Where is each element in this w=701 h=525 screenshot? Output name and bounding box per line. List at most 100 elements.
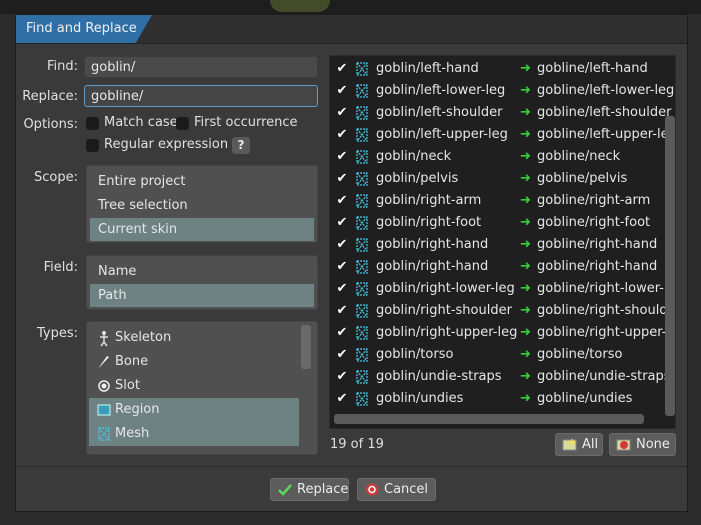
type-skeleton-label: Skeleton: [115, 330, 172, 345]
result-row[interactable]: ✔ goblin/right-hand ➜ gobline/right-hand: [330, 256, 675, 278]
check-icon[interactable]: ✔: [335, 128, 349, 142]
check-icon[interactable]: ✔: [335, 216, 349, 230]
result-row[interactable]: ✔ goblin/undies ➜ gobline/undies: [330, 388, 675, 410]
replace-input[interactable]: gobline/: [84, 85, 318, 107]
result-target: gobline/right-hand: [537, 237, 658, 252]
first-occurrence-label[interactable]: First occurrence: [194, 115, 298, 130]
check-icon[interactable]: ✔: [335, 194, 349, 208]
arrow-right-icon: ➜: [520, 171, 531, 186]
scope-tree-selection[interactable]: Tree selection: [90, 194, 314, 217]
result-source: goblin/undie-straps: [376, 369, 502, 384]
cancel-button[interactable]: Cancel: [357, 478, 436, 501]
mesh-icon: [355, 172, 369, 186]
result-row[interactable]: ✔ goblin/left-hand ➜ gobline/left-hand: [330, 58, 675, 80]
check-icon[interactable]: ✔: [335, 260, 349, 274]
cancel-button-label: Cancel: [384, 482, 429, 497]
scope-entire-project[interactable]: Entire project: [90, 170, 314, 193]
result-source: goblin/undies: [376, 391, 464, 406]
result-target: gobline/right-hand: [537, 259, 658, 274]
arrow-right-icon: ➜: [520, 347, 531, 362]
result-target: gobline/right-arm: [537, 193, 651, 208]
results-vertical-scrollbar[interactable]: [665, 116, 675, 416]
slot-icon: [97, 374, 111, 398]
mesh-icon: [355, 304, 369, 318]
type-skeleton[interactable]: Skeleton: [89, 326, 299, 350]
select-all-button[interactable]: All: [555, 433, 603, 456]
select-none-button[interactable]: None: [609, 433, 676, 456]
arrow-right-icon: ➜: [520, 281, 531, 296]
types-scrollbar[interactable]: [301, 325, 311, 369]
match-case-checkbox[interactable]: [86, 117, 99, 130]
match-case-label[interactable]: Match case: [104, 115, 178, 130]
check-icon[interactable]: ✔: [335, 150, 349, 164]
check-icon[interactable]: ✔: [335, 62, 349, 76]
field-name[interactable]: Name: [90, 260, 314, 283]
type-bone[interactable]: Bone: [89, 350, 299, 374]
help-button[interactable]: ?: [232, 137, 250, 154]
mesh-icon: [355, 326, 369, 340]
select-all-label: All: [582, 437, 599, 452]
first-occurrence-checkbox[interactable]: [176, 117, 189, 130]
result-source: goblin/neck: [376, 149, 452, 164]
result-row[interactable]: ✔ goblin/right-lower-leg ➜ gobline/right-lo…: [330, 278, 675, 300]
result-row[interactable]: ✔ goblin/right-shoulder ➜ gobline/right-sho…: [330, 300, 675, 322]
background-strip: [0, 0, 701, 14]
result-row[interactable]: ✔ goblin/right-hand ➜ gobline/right-hand: [330, 234, 675, 256]
mesh-icon: [355, 392, 369, 406]
result-target: gobline/left-lower-leg: [537, 83, 675, 98]
find-input[interactable]: goblin/: [84, 56, 318, 78]
check-icon[interactable]: ✔: [335, 304, 349, 318]
result-target: gobline/right-foot: [537, 215, 651, 230]
arrow-right-icon: ➜: [520, 127, 531, 142]
result-target: gobline/torso: [537, 347, 623, 362]
regex-checkbox[interactable]: [86, 139, 99, 152]
result-row[interactable]: ✔ goblin/undie-straps ➜ gobline/undie-strap…: [330, 366, 675, 388]
type-mesh[interactable]: Mesh: [89, 422, 299, 446]
types-list: Skeleton Bone Slot Region Mesh: [86, 321, 318, 455]
arrow-right-icon: ➜: [520, 391, 531, 406]
title-bar: Find and Replace: [16, 15, 687, 44]
mesh-icon: [355, 216, 369, 230]
result-target: gobline/pelvis: [537, 171, 628, 186]
arrow-right-icon: ➜: [520, 215, 531, 230]
results-horizontal-scrollbar[interactable]: [334, 414, 644, 424]
scope-label: Scope:: [34, 170, 78, 185]
result-row[interactable]: ✔ goblin/right-arm ➜ gobline/right-arm: [330, 190, 675, 212]
result-source: goblin/torso: [376, 347, 454, 362]
checkmark-icon: [277, 482, 293, 497]
field-path[interactable]: Path: [90, 284, 314, 307]
background-artwork: [270, 0, 330, 12]
arrow-right-icon: ➜: [520, 237, 531, 252]
result-row[interactable]: ✔ goblin/pelvis ➜ gobline/pelvis: [330, 168, 675, 190]
check-icon[interactable]: ✔: [335, 238, 349, 252]
result-row[interactable]: ✔ goblin/left-lower-leg ➜ gobline/left-lowe…: [330, 80, 675, 102]
check-icon[interactable]: ✔: [335, 282, 349, 296]
result-row[interactable]: ✔ goblin/right-upper-leg ➜ gobline/right-up…: [330, 322, 675, 344]
mesh-icon: [355, 84, 369, 98]
type-slot[interactable]: Slot: [89, 374, 299, 398]
arrow-right-icon: ➜: [520, 61, 531, 76]
result-source: goblin/right-hand: [376, 259, 489, 274]
check-icon[interactable]: ✔: [335, 84, 349, 98]
result-target: gobline/right-shoulder: [537, 303, 676, 318]
replace-button[interactable]: Replace: [270, 478, 349, 501]
regex-label[interactable]: Regular expression: [104, 137, 228, 152]
check-icon[interactable]: ✔: [335, 106, 349, 120]
result-row[interactable]: ✔ goblin/neck ➜ gobline/neck: [330, 146, 675, 168]
bone-icon: [97, 350, 111, 374]
result-source: goblin/right-arm: [376, 193, 482, 208]
check-icon[interactable]: ✔: [335, 172, 349, 186]
check-icon[interactable]: ✔: [335, 348, 349, 362]
mesh-icon: [355, 128, 369, 142]
result-row[interactable]: ✔ goblin/right-foot ➜ gobline/right-foot: [330, 212, 675, 234]
scope-current-skin[interactable]: Current skin: [90, 218, 314, 241]
result-row[interactable]: ✔ goblin/left-shoulder ➜ gobline/left-shoul…: [330, 102, 675, 124]
mesh-icon: [97, 422, 111, 446]
check-icon[interactable]: ✔: [335, 370, 349, 384]
result-source: goblin/left-upper-leg: [376, 127, 508, 142]
type-region[interactable]: Region: [89, 398, 299, 422]
result-row[interactable]: ✔ goblin/left-upper-leg ➜ gobline/left-uppe…: [330, 124, 675, 146]
result-row[interactable]: ✔ goblin/torso ➜ gobline/torso: [330, 344, 675, 366]
check-icon[interactable]: ✔: [335, 326, 349, 340]
check-icon[interactable]: ✔: [335, 392, 349, 406]
